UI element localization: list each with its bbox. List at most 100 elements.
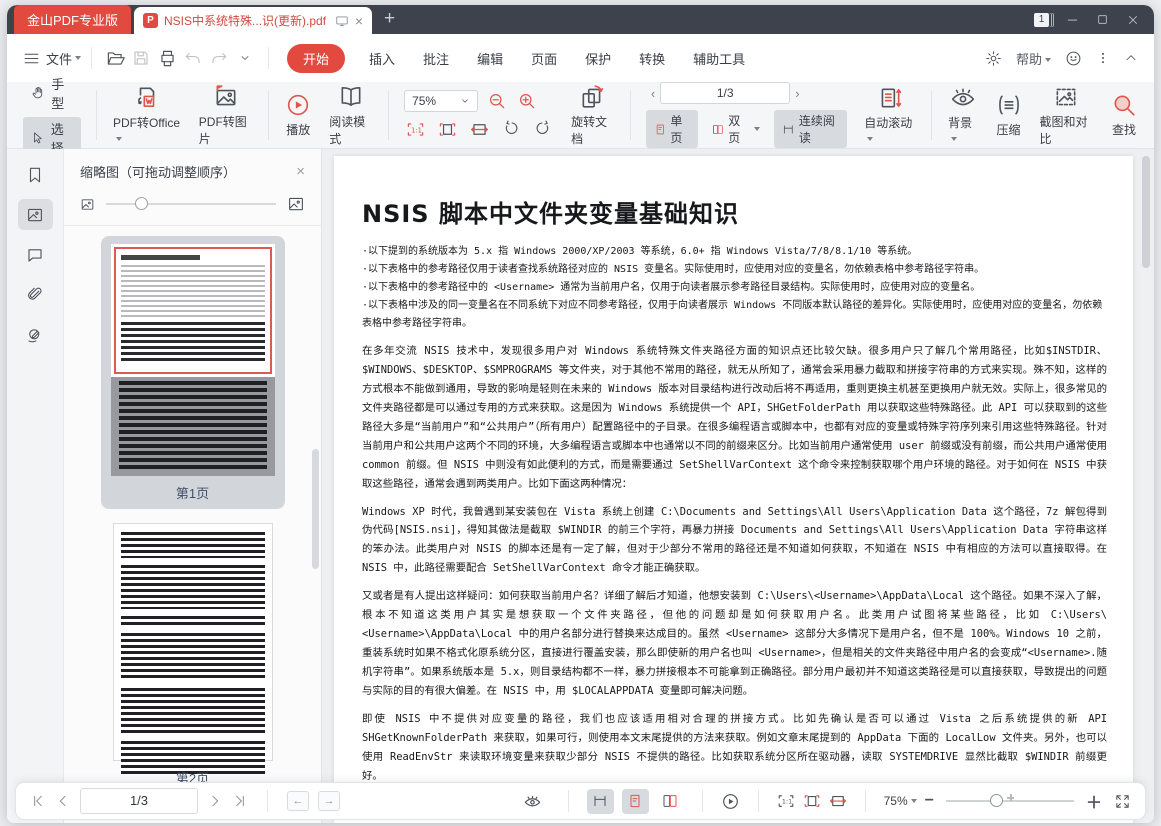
comments-icon[interactable] [18,239,53,270]
panel-close-icon[interactable]: × [296,163,305,180]
fit-width-icon[interactable] [468,118,490,140]
undo-button[interactable] [180,45,206,71]
last-page-icon[interactable] [232,793,248,809]
find-button[interactable]: 查找 [1102,92,1146,138]
zoom-out-icon[interactable] [486,90,508,112]
file-menu[interactable]: 文件 [46,49,72,68]
fit-width-toggle[interactable] [829,792,847,810]
save-button[interactable] [128,45,154,71]
scrollbar-thumb[interactable] [1142,156,1150,268]
document-tab[interactable]: P NSIS中系统特殊...识(更新).pdf × [134,7,372,34]
hamburger-icon[interactable] [23,50,40,67]
zoom-slider[interactable] [946,800,1074,802]
fit-page-toggle[interactable] [803,792,821,810]
pdf-to-office-caret-icon [116,137,122,141]
view-forward-button[interactable]: → [318,791,340,811]
double-page-caret-icon [754,127,760,131]
compress-button[interactable]: 压缩 [987,92,1031,138]
present-screen-icon[interactable] [335,14,349,28]
continuous-read-toggle[interactable] [587,789,614,814]
app-main-button[interactable]: 金山PDF专业版 [14,5,131,34]
zoom-caret-icon [911,799,917,803]
tab-close-icon[interactable]: × [355,14,363,28]
zoom-slider-knob[interactable] [990,794,1003,807]
tab-title: NSIS中系统特殊...识(更新).pdf [164,12,329,29]
zoom-in-icon[interactable] [516,90,538,112]
toolbar-page-indicator[interactable]: 1/3 [660,82,790,104]
thumbnail-page-2[interactable]: 第2页 [101,515,285,794]
continuous-read-button[interactable]: 连续阅读 [774,110,847,148]
play-slideshow-button[interactable]: 播放 [276,92,320,138]
status-bar: 1/3 ← → 1:1 75% − ＋ [15,782,1146,820]
actual-size-toggle[interactable]: 1:1 [777,792,795,810]
read-mode-button[interactable]: 阅读模式 [320,84,381,147]
menu-tab-annotate[interactable]: 批注 [409,49,463,68]
prev-page-icon[interactable]: ‹ [646,86,660,101]
fullscreen-icon[interactable] [1114,793,1131,810]
doc-bullet: ·以下表格中的参考路径仅用于读者查找系统路径对应的 NSIS 变量名。实际使用时… [362,261,1107,279]
single-page-mode-button[interactable]: 单页 [646,110,699,148]
separator [268,47,269,69]
signature-icon[interactable] [18,319,53,350]
menu-tab-insert[interactable]: 插入 [355,49,409,68]
doc-paragraph: Windows XP 时代，我曾遇到某安装包在 Vista 系统上创建 C:\D… [362,503,1107,579]
pdf-page[interactable]: NSIS 脚本中文件夹变量基础知识 ·以下提到的系统版本为 5.x 指 Wind… [334,156,1133,823]
document-scrollbar[interactable] [1141,153,1151,823]
play-slideshow-toggle[interactable] [721,792,740,811]
status-page-indicator[interactable]: 1/3 [80,788,198,814]
menu-tab-tools[interactable]: 辅助工具 [679,49,759,68]
panel-scrollbar[interactable] [312,449,319,569]
attachments-icon[interactable] [18,279,53,310]
thumbnails-icon[interactable] [18,199,53,230]
rotate-right-icon[interactable] [532,118,554,140]
thumbnail-size-slider[interactable] [106,203,276,205]
actual-size-icon[interactable]: 1:1 [404,118,426,140]
separator [758,790,759,812]
next-page-icon[interactable]: › [790,86,804,101]
rotate-left-icon[interactable] [500,118,522,140]
close-button[interactable] [1126,13,1140,27]
thumbnail-page-1[interactable]: 第1页 [101,236,285,509]
collapse-ribbon-icon[interactable] [1124,51,1138,65]
settings-gear-icon[interactable] [985,50,1002,67]
zoom-select[interactable]: 75% [404,90,478,112]
zoom-in-button[interactable]: ＋ [1086,789,1102,813]
feedback-icon[interactable] [1065,50,1082,67]
menu-tab-page[interactable]: 页面 [517,49,571,68]
next-page-icon[interactable] [207,793,223,809]
first-page-icon[interactable] [30,793,46,809]
double-page-toggle[interactable] [657,789,684,814]
menu-tab-start[interactable]: 开始 [287,44,345,73]
menu-tab-protect[interactable]: 保护 [571,49,625,68]
auto-scroll-button[interactable]: 自动滚动 [855,85,924,145]
pdf-to-office-button[interactable]: PDF转Office [104,85,190,145]
hand-tool-button[interactable]: 手型 [23,72,81,114]
screenshot-compare-button[interactable]: 截图和对比 [1031,84,1102,147]
minimize-button[interactable] [1066,13,1079,26]
window-stack-badge[interactable]: 1 [1034,13,1049,27]
pdf-to-image-button[interactable]: PDF转图片 [190,84,261,147]
background-button[interactable]: 背景 [939,85,986,145]
menu-tab-edit[interactable]: 编辑 [463,49,517,68]
menu-tab-convert[interactable]: 转换 [625,49,679,68]
new-tab-button[interactable]: + [384,8,395,30]
double-page-mode-button[interactable]: 双页 [704,110,768,148]
redo-button[interactable] [206,45,232,71]
status-zoom-value[interactable]: 75% [884,794,917,808]
fit-page-icon[interactable] [436,118,458,140]
quick-access-caret-icon[interactable] [232,45,258,71]
previous-page-icon[interactable] [55,793,71,809]
single-page-toggle[interactable] [622,789,649,814]
zoom-out-button[interactable]: − [925,792,934,810]
more-options-icon[interactable] [1096,51,1110,65]
slider-knob[interactable] [135,197,148,210]
bookmarks-icon[interactable] [18,159,53,190]
rotate-document-button[interactable]: 旋转文档 [562,84,623,147]
view-back-button[interactable]: ← [287,791,309,811]
open-file-button[interactable] [102,45,128,71]
print-button[interactable] [154,45,180,71]
help-menu[interactable]: 帮助 [1016,49,1051,68]
maximize-button[interactable] [1096,13,1109,26]
eye-protect-icon[interactable] [523,792,542,811]
menubar: 文件 开始 插入 批注 编辑 页面 保护 转换 辅助工具 帮助 [7,34,1154,82]
